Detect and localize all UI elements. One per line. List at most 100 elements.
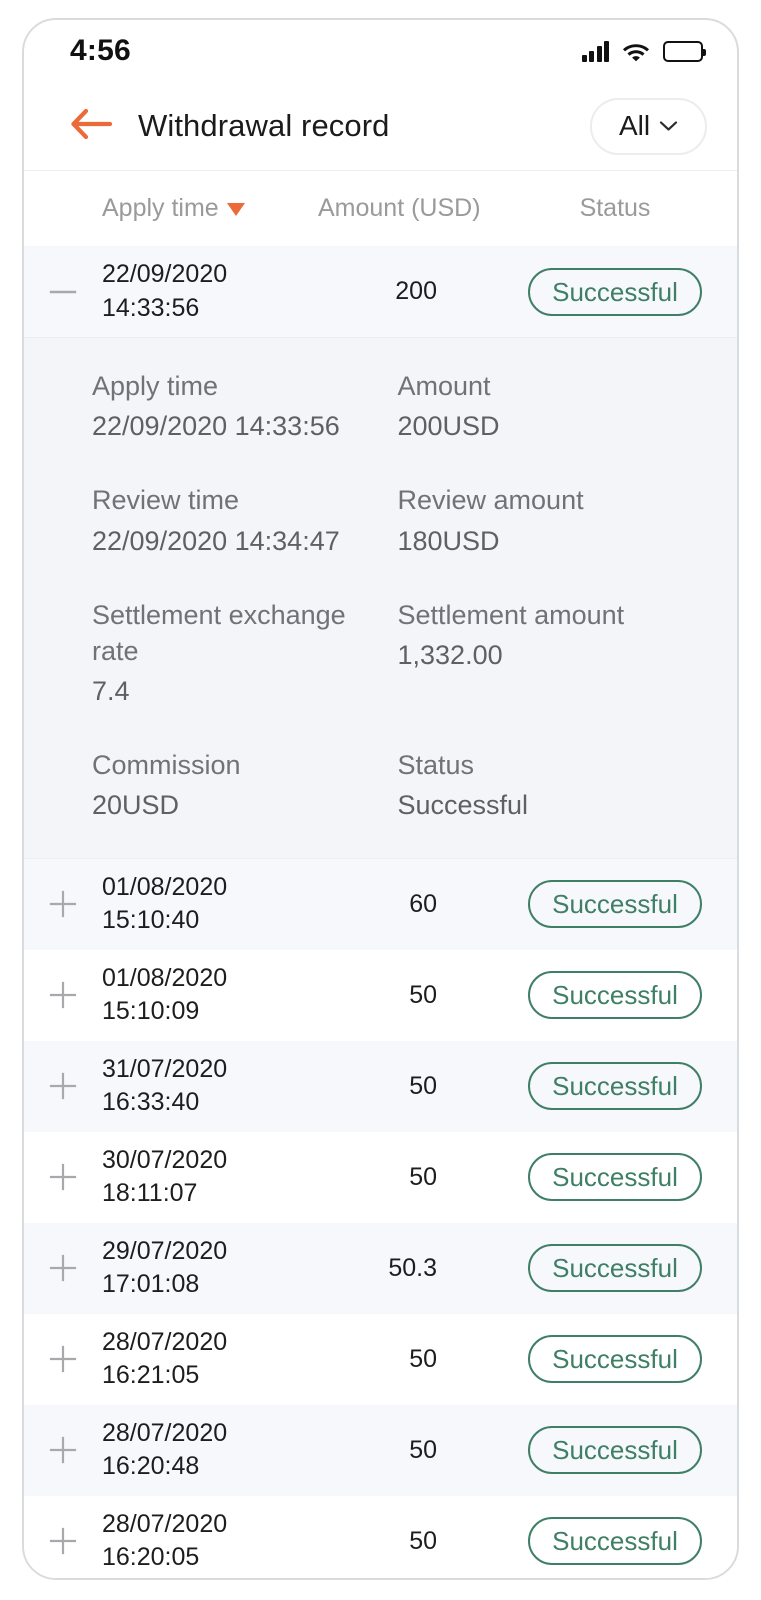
detail-label-status: Status bbox=[397, 750, 475, 781]
table-row[interactable]: 01/08/2020 15:10:09 50 Successful bbox=[24, 949, 737, 1041]
detail-field-status: Status Successful bbox=[398, 747, 692, 823]
page-title: Withdrawal record bbox=[138, 108, 390, 143]
row-time: 14:33:56 bbox=[102, 293, 200, 322]
row-date: 22/09/2020 bbox=[102, 260, 228, 289]
detail-field-amount: Amount 200USD bbox=[398, 368, 692, 482]
row-amount: 50 bbox=[409, 980, 437, 1009]
row-expand-toggle[interactable] bbox=[24, 980, 102, 1010]
row-amount: 50 bbox=[409, 1344, 437, 1373]
detail-field-review-time: Review time 22/09/2020 14:34:47 bbox=[92, 482, 386, 596]
row-expand-toggle[interactable] bbox=[24, 889, 102, 919]
row-amount: 60 bbox=[409, 889, 437, 918]
row-apply-time: 31/07/2020 16:33:40 bbox=[102, 1053, 302, 1120]
table-row[interactable]: 22/09/2020 14:33:56 200 Successful bbox=[24, 246, 737, 337]
detail-label-review-amount: Review amount bbox=[397, 485, 584, 516]
navigation-bar: Withdrawal record All bbox=[24, 82, 737, 170]
battery-full-icon bbox=[663, 40, 706, 62]
detail-value-apply-time: 22/09/2020 14:33:56 bbox=[92, 411, 340, 442]
table-row[interactable]: 28/07/2020 16:20:05 50 Successful bbox=[24, 1495, 737, 1578]
status-badge: Successful bbox=[528, 1426, 702, 1475]
row-time: 16:21:05 bbox=[102, 1361, 200, 1390]
row-status-cell: Successful bbox=[515, 1426, 715, 1475]
filter-dropdown[interactable]: All bbox=[590, 97, 707, 155]
row-time: 18:11:07 bbox=[102, 1179, 198, 1208]
detail-value-settlement-amount: 1,332.00 bbox=[397, 639, 503, 670]
status-bar-icons bbox=[581, 40, 706, 62]
minus-icon bbox=[48, 277, 78, 307]
row-date: 28/07/2020 bbox=[102, 1418, 228, 1447]
table-row[interactable]: 29/07/2020 17:01:08 50.3 Successful bbox=[24, 1222, 737, 1314]
row-date: 01/08/2020 bbox=[102, 872, 228, 901]
row-status-cell: Successful bbox=[515, 1153, 715, 1202]
detail-value-review-amount: 180USD bbox=[397, 525, 500, 556]
detail-field-settlement-amount: Settlement amount 1,332.00 bbox=[398, 597, 692, 748]
table-row[interactable]: 30/07/2020 18:11:07 50 Successful bbox=[24, 1131, 737, 1223]
row-apply-time: 01/08/2020 15:10:09 bbox=[102, 962, 302, 1029]
row-date: 30/07/2020 bbox=[102, 1145, 228, 1174]
column-header-amount: Amount (USD) bbox=[318, 194, 481, 222]
signal-bars-icon bbox=[581, 40, 609, 62]
table-row[interactable]: 28/07/2020 16:21:05 50 Successful bbox=[24, 1313, 737, 1405]
phone-frame: 4:56 Withdrawal record All Apply time Am… bbox=[22, 18, 739, 1580]
table-row[interactable]: 01/08/2020 15:10:40 60 Successful bbox=[24, 858, 737, 950]
column-header-apply-time[interactable]: Apply time bbox=[102, 194, 302, 223]
plus-icon bbox=[48, 1071, 78, 1101]
row-expand-toggle[interactable] bbox=[24, 1526, 102, 1556]
plus-icon bbox=[48, 1344, 78, 1374]
detail-field-review-amount: Review amount 180USD bbox=[398, 482, 692, 596]
row-apply-time: 30/07/2020 18:11:07 bbox=[102, 1144, 302, 1211]
row-amount: 200 bbox=[395, 277, 437, 305]
plus-icon bbox=[48, 1526, 78, 1556]
detail-value-commission: 20USD bbox=[92, 790, 180, 821]
status-badge: Successful bbox=[528, 1335, 702, 1384]
detail-label-review-time: Review time bbox=[92, 485, 240, 516]
row-time: 16:20:48 bbox=[102, 1452, 200, 1481]
plus-icon bbox=[48, 1253, 78, 1283]
detail-label-amount: Amount bbox=[397, 371, 491, 401]
detail-field-settlement-rate: Settlement exchange rate 7.4 bbox=[92, 597, 386, 748]
row-expand-toggle[interactable] bbox=[24, 1162, 102, 1192]
row-collapse-toggle[interactable] bbox=[24, 277, 102, 307]
detail-value-settlement-rate: 7.4 bbox=[92, 676, 130, 707]
status-bar: 4:56 bbox=[24, 20, 737, 82]
row-date: 31/07/2020 bbox=[102, 1054, 228, 1083]
row-status-cell: Successful bbox=[515, 1335, 715, 1384]
row-date: 29/07/2020 bbox=[102, 1236, 228, 1265]
row-amount: 50 bbox=[409, 1435, 437, 1464]
row-status-cell: Successful bbox=[515, 267, 715, 316]
status-badge: Successful bbox=[528, 267, 702, 316]
row-apply-time: 28/07/2020 16:21:05 bbox=[102, 1326, 302, 1393]
row-expand-toggle[interactable] bbox=[24, 1344, 102, 1374]
detail-value-review-time: 22/09/2020 14:34:47 bbox=[92, 525, 340, 556]
detail-value-status: Successful bbox=[397, 790, 529, 821]
row-apply-time: 28/07/2020 16:20:48 bbox=[102, 1417, 302, 1484]
row-amount: 50 bbox=[409, 1071, 437, 1100]
row-expand-toggle[interactable] bbox=[24, 1071, 102, 1101]
row-expand-toggle[interactable] bbox=[24, 1253, 102, 1283]
status-badge: Successful bbox=[528, 1153, 702, 1202]
row-amount: 50 bbox=[409, 1526, 437, 1555]
row-detail-panel: Apply time 22/09/2020 14:33:56 Amount 200US… bbox=[24, 338, 737, 858]
row-time: 15:10:09 bbox=[102, 997, 200, 1026]
row-time: 17:01:08 bbox=[102, 1270, 200, 1299]
status-bar-clock: 4:56 bbox=[70, 34, 131, 67]
table-row[interactable]: 28/07/2020 16:20:48 50 Successful bbox=[24, 1404, 737, 1496]
row-date: 28/07/2020 bbox=[102, 1327, 228, 1356]
table-row[interactable]: 31/07/2020 16:33:40 50 Successful bbox=[24, 1040, 737, 1132]
back-arrow-icon[interactable] bbox=[70, 108, 113, 145]
status-badge: Successful bbox=[528, 1517, 702, 1566]
detail-label-settlement-amount: Settlement amount bbox=[397, 599, 625, 630]
row-apply-time: 28/07/2020 16:20:05 bbox=[102, 1508, 302, 1575]
row-detail-grid: Apply time 22/09/2020 14:33:56 Amount 200US… bbox=[92, 368, 691, 824]
row-apply-time: 22/09/2020 14:33:56 bbox=[102, 258, 302, 325]
row-status-cell: Successful bbox=[515, 971, 715, 1020]
row-time: 16:20:05 bbox=[102, 1543, 200, 1572]
withdrawal-record-list: 22/09/2020 14:33:56 200 Successful Apply tim… bbox=[24, 246, 737, 1578]
row-date: 01/08/2020 bbox=[102, 963, 228, 992]
detail-field-commission: Commission 20USD bbox=[92, 747, 386, 823]
row-expand-toggle[interactable] bbox=[24, 1435, 102, 1465]
row-time: 15:10:40 bbox=[102, 906, 200, 935]
sort-descending-caret-icon[interactable] bbox=[226, 203, 245, 216]
chevron-down-icon bbox=[659, 120, 678, 132]
column-header-status: Status bbox=[579, 194, 651, 222]
